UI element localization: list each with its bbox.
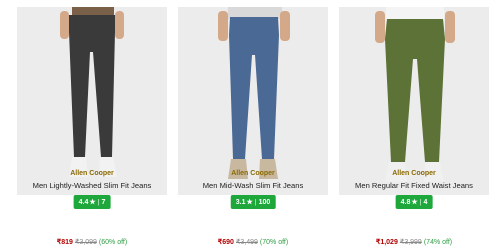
- brand-name: Allen Cooper: [70, 170, 114, 177]
- product-title[interactable]: Men Regular Fit Fixed Waist Jeans: [339, 181, 489, 190]
- star-icon: ★: [411, 199, 418, 206]
- current-price: ₹1,029: [375, 239, 398, 246]
- price-row: ₹819 ₹3,099 (60% off): [17, 238, 167, 246]
- rating-separator: |: [254, 199, 257, 206]
- price-row: ₹1,029 ₹3,999 (74% off): [339, 238, 489, 246]
- current-price: ₹819: [56, 239, 73, 246]
- star-icon: ★: [246, 199, 253, 206]
- jeans-photo-3: [339, 7, 489, 195]
- rating-separator: |: [97, 199, 100, 206]
- product-image[interactable]: [339, 7, 489, 195]
- rating-value: 4.4: [78, 199, 89, 206]
- original-price: ₹3,099: [74, 239, 97, 246]
- jeans-photo-2: [178, 7, 328, 195]
- original-price: ₹3,999: [399, 239, 422, 246]
- review-count: 4: [423, 199, 428, 206]
- original-price: ₹3,499: [235, 239, 258, 246]
- review-count: 100: [258, 199, 271, 206]
- jeans-photo-1: [17, 7, 167, 195]
- product-card[interactable]: Allen Cooper Men Regular Fit Fixed Waist…: [339, 0, 489, 249]
- brand-name: Allen Cooper: [392, 170, 436, 177]
- star-icon: ★: [89, 199, 96, 206]
- product-image[interactable]: [178, 7, 328, 195]
- current-price: ₹690: [217, 239, 234, 246]
- rating-value: 3.1: [235, 199, 246, 206]
- product-grid: Allen Cooper Men Lightly-Washed Slim Fit…: [0, 0, 500, 249]
- rating-separator: |: [419, 199, 422, 206]
- discount-label: (70% off): [259, 239, 289, 246]
- product-title[interactable]: Men Lightly-Washed Slim Fit Jeans: [17, 181, 167, 190]
- review-count: 7: [101, 199, 106, 206]
- rating-badge: 3.1★ | 100: [230, 195, 276, 209]
- price-row: ₹690 ₹3,499 (70% off): [178, 238, 328, 246]
- rating-badge: 4.8★ | 4: [395, 195, 433, 209]
- discount-label: (60% off): [98, 239, 128, 246]
- rating-value: 4.8: [400, 199, 411, 206]
- brand-name: Allen Cooper: [231, 170, 275, 177]
- discount-label: (74% off): [423, 239, 453, 246]
- product-card[interactable]: Allen Cooper Men Lightly-Washed Slim Fit…: [17, 0, 167, 249]
- product-card[interactable]: Allen Cooper Men Mid-Wash Slim Fit Jeans…: [178, 0, 328, 249]
- product-image[interactable]: [17, 7, 167, 195]
- rating-badge: 4.4★ | 7: [73, 195, 111, 209]
- product-title[interactable]: Men Mid-Wash Slim Fit Jeans: [178, 181, 328, 190]
